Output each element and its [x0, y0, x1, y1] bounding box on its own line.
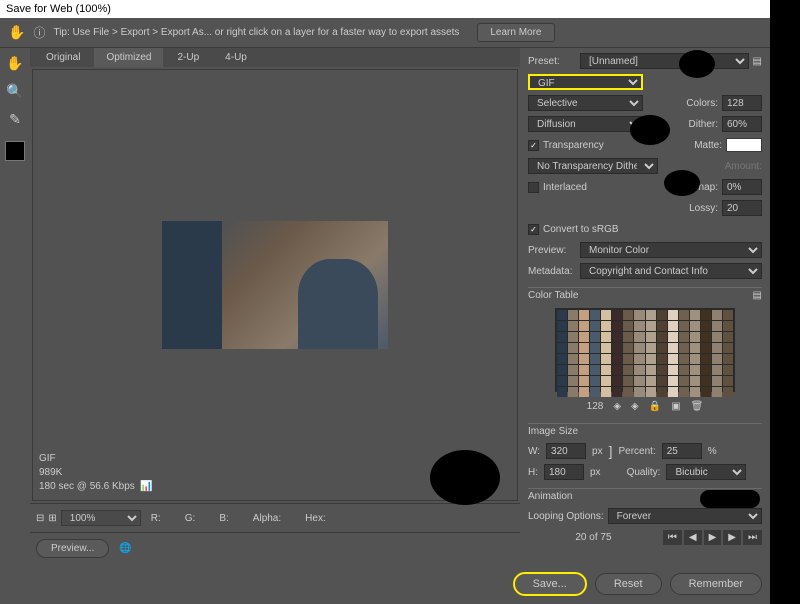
info-r: R: [151, 513, 161, 524]
color-count: 128 [587, 401, 604, 412]
px-label: px [590, 467, 601, 478]
matte-label: Matte: [694, 140, 722, 151]
lossy-input[interactable] [722, 200, 762, 216]
meta-format: GIF [39, 452, 153, 466]
info-hex: Hex: [305, 513, 326, 524]
play-icon[interactable]: ▶ [704, 530, 722, 545]
minus-icon[interactable]: ⊟ [36, 513, 44, 524]
browser-icon[interactable]: 🌐 [119, 543, 131, 554]
metadata-label: Metadata: [528, 266, 576, 277]
preview-label: Preview: [528, 245, 576, 256]
info-g: G: [185, 513, 196, 524]
tab-2up[interactable]: 2-Up [165, 48, 211, 67]
tip-bar: ✋ ⓘ Tip: Use File > Export > Export As..… [0, 18, 770, 48]
metadata-select[interactable]: Copyright and Contact Info [580, 263, 762, 279]
trash-icon[interactable]: 🗑 [691, 401, 704, 412]
remember-button[interactable]: Remember [670, 573, 762, 595]
preview-image [162, 221, 388, 349]
matte-swatch[interactable] [726, 138, 762, 152]
interlaced-checkbox[interactable] [528, 182, 539, 193]
interlaced-label: Interlaced [543, 182, 587, 193]
colors-input[interactable] [722, 95, 762, 111]
pct-label: % [708, 446, 717, 457]
srgb-checkbox[interactable] [528, 224, 539, 235]
color-table[interactable] [555, 308, 735, 392]
height-input[interactable] [544, 464, 584, 480]
color-table-section: Color Table▤ [528, 287, 762, 303]
h-label: H: [528, 467, 538, 478]
w-label: W: [528, 446, 540, 457]
preview-select[interactable]: Monitor Color [580, 242, 762, 258]
px-label: px [592, 446, 603, 457]
quality-label: Quality: [627, 467, 661, 478]
footer: Save... Reset Remember [0, 564, 770, 604]
window-title: Save for Web (100%) [0, 0, 770, 18]
next-frame-icon[interactable]: ▶ [723, 530, 741, 545]
image-size-section: Image Size [528, 423, 762, 439]
srgb-label: Convert to sRGB [543, 224, 619, 235]
prev-frame-icon[interactable]: ◀ [684, 530, 702, 545]
loop-select[interactable]: Forever [608, 508, 762, 524]
left-toolbar: ✋ 🔍 ✎ [0, 48, 30, 564]
tab-4up[interactable]: 4-Up [213, 48, 259, 67]
frame-count: 20 of 75 [528, 532, 659, 543]
eyedropper-tool-icon[interactable]: ✎ [5, 109, 25, 129]
view-tabs: Original Optimized 2-Up 4-Up [30, 48, 520, 67]
ct-icon[interactable]: ◈ [613, 401, 621, 412]
tab-original[interactable]: Original [34, 48, 92, 67]
dither-label: Dither: [689, 119, 718, 130]
tab-optimized[interactable]: Optimized [94, 48, 163, 67]
menu-icon[interactable]: ▤ [753, 290, 762, 301]
transparency-checkbox[interactable] [528, 140, 539, 151]
learn-more-button[interactable]: Learn More [477, 23, 554, 42]
lossy-label: Lossy: [689, 203, 718, 214]
meta-time: 180 sec @ 56.6 Kbps [39, 481, 135, 492]
save-button[interactable]: Save... [513, 572, 587, 596]
websnap-input[interactable] [722, 179, 762, 195]
link-icon[interactable]: ] [609, 443, 613, 459]
plus-icon[interactable]: ⊞ [48, 513, 56, 524]
menu-icon[interactable]: ▤ [753, 56, 762, 67]
preview-button[interactable]: Preview... [36, 539, 109, 558]
preview-meta: GIF 989K 180 sec @ 56.6 Kbps 📊 [39, 452, 153, 494]
reduction-select[interactable]: Selective [528, 95, 643, 111]
dither-method-select[interactable]: Diffusion [528, 116, 643, 132]
zoom-select[interactable]: 100% [61, 510, 141, 526]
width-input[interactable] [546, 443, 586, 459]
info-b: B: [219, 513, 228, 524]
trans-dither-select[interactable]: No Transparency Dither [528, 158, 658, 174]
percent-label: Percent: [619, 446, 656, 457]
tip-text: Tip: Use File > Export > Export As... or… [53, 27, 459, 38]
info-alpha: Alpha: [253, 513, 281, 524]
colors-label: Colors: [686, 98, 718, 109]
preview-canvas[interactable]: GIF 989K 180 sec @ 56.6 Kbps 📊 [32, 69, 518, 501]
loop-label: Looping Options: [528, 511, 604, 522]
preset-label: Preset: [528, 56, 576, 67]
format-select[interactable]: GIF [528, 74, 643, 90]
ct-icon[interactable]: ◈ [631, 401, 639, 412]
dither-input[interactable] [722, 116, 762, 132]
ct-icon[interactable]: ▣ [671, 401, 680, 412]
amount-label: Amount: [725, 161, 762, 172]
first-frame-icon[interactable]: ⏮ [663, 530, 682, 545]
zoom-tool-icon[interactable]: 🔍 [5, 81, 25, 101]
transparency-label: Transparency [543, 140, 604, 151]
meta-size: 989K [39, 466, 153, 480]
info-icon: ⓘ [33, 24, 45, 41]
percent-input[interactable] [662, 443, 702, 459]
last-frame-icon[interactable]: ⏭ [743, 530, 762, 545]
bottom-bar: ⊟ ⊞ 100% R: G: B: Alpha: Hex: [30, 503, 520, 532]
reset-button[interactable]: Reset [595, 573, 662, 595]
ct-icon[interactable]: 🔒 [649, 401, 661, 412]
hand-tool-icon[interactable]: ✋ [5, 53, 25, 73]
hand-icon: ✋ [8, 24, 25, 41]
color-swatch[interactable] [5, 141, 25, 161]
quality-select[interactable]: Bicubic [666, 464, 746, 480]
preset-select[interactable]: [Unnamed] [580, 53, 749, 69]
pixel-info: R: G: B: Alpha: Hex: [151, 513, 326, 524]
